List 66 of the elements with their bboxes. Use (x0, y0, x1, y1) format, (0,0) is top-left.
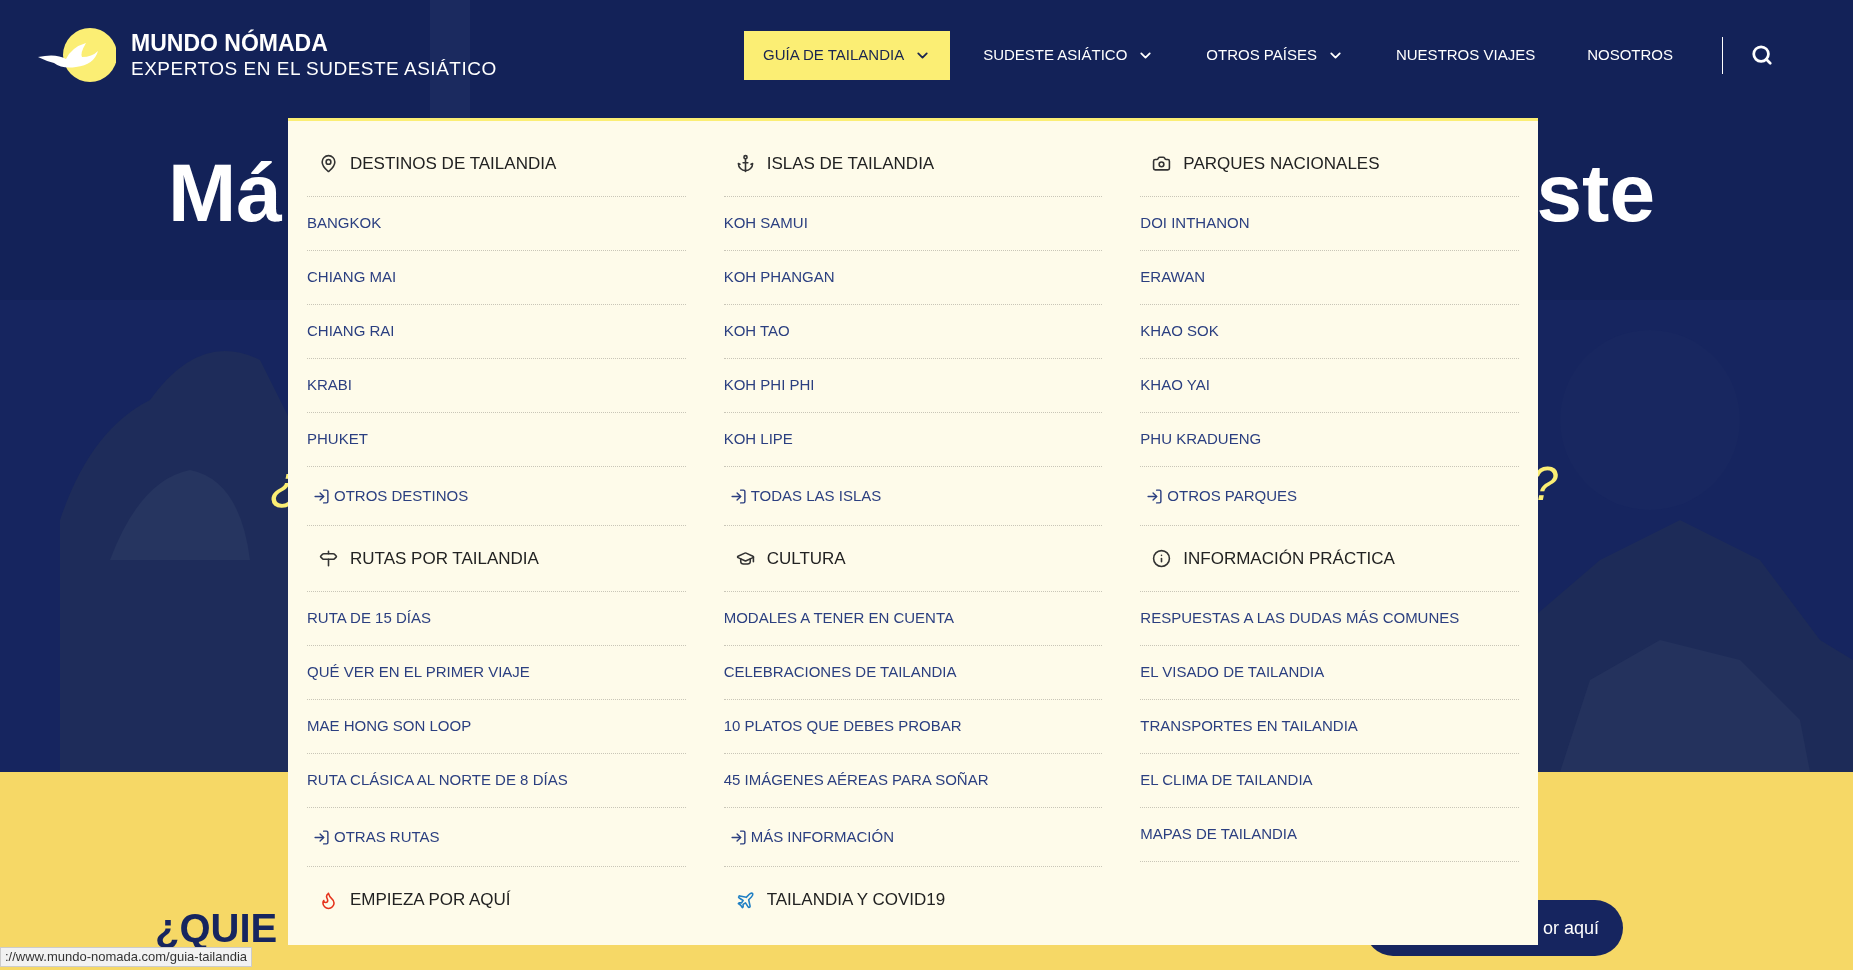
status-bar: ://www.mundo-nomada.com/guia-tailandia (0, 947, 253, 967)
menu-link[interactable]: OTROS DESTINOS (334, 484, 469, 508)
hero-title: ste (1536, 148, 1655, 238)
nav-item[interactable]: NOSOTROS (1568, 30, 1692, 80)
enter-icon (1146, 487, 1164, 505)
menu-link[interactable]: RUTA CLÁSICA AL NORTE DE 8 DÍAS (307, 769, 568, 792)
menu-link[interactable]: 45 IMÁGENES AÉREAS PARA SOÑAR (723, 769, 989, 792)
section-title[interactable]: TAILANDIA Y COVID19 (766, 887, 946, 913)
section-title[interactable]: CULTURA (766, 545, 846, 572)
flame-icon (319, 890, 338, 910)
menu-link[interactable]: CHIANG MAI (307, 266, 397, 289)
enter-icon (729, 828, 747, 846)
menu-link[interactable]: KOH PHI PHI (723, 374, 815, 397)
menu-link[interactable]: KOH SAMUI (723, 212, 808, 235)
menu-link[interactable]: PHUKET (307, 428, 368, 451)
menu-link[interactable]: TRANSPORTES EN TAILANDIA (1140, 715, 1358, 738)
logo-icon[interactable] (36, 27, 116, 83)
menu-link[interactable]: KOH PHANGAN (723, 266, 835, 289)
menu-link[interactable]: CELEBRACIONES DE TAILANDIA (723, 661, 957, 684)
menu-link[interactable]: MODALES A TENER EN CUENTA (723, 607, 954, 630)
plane-icon (735, 890, 755, 910)
nav-item[interactable]: GUÍA DE TAILANDIA (744, 30, 951, 80)
section-title[interactable]: EMPIEZA POR AQUÍ (350, 887, 511, 913)
menu-link[interactable]: EL VISADO DE TAILANDIA (1140, 661, 1325, 684)
camera-icon (1152, 154, 1172, 173)
logo-title: MUNDO NÓMADA (131, 29, 329, 57)
menu-link[interactable]: MÁS INFORMACIÓN (750, 825, 894, 849)
menu-link[interactable]: MAPAS DE TAILANDIA (1140, 823, 1298, 846)
anchor-icon (735, 154, 755, 173)
section-title[interactable]: DESTINOS DE TAILANDIA (350, 150, 557, 177)
enter-icon (313, 487, 330, 505)
nav-item[interactable]: SUDESTE ASIÁTICO (964, 30, 1174, 80)
menu-link[interactable]: KHAO YAI (1140, 374, 1210, 397)
nav-item[interactable]: OTROS PAÍSES (1187, 30, 1363, 80)
section-title[interactable]: INFORMACIÓN PRÁCTICA (1183, 545, 1395, 572)
menu-link[interactable]: DOI INTHANON (1140, 212, 1250, 235)
section-title[interactable]: PARQUES NACIONALES (1183, 150, 1380, 177)
enter-icon (729, 487, 747, 505)
menu-link[interactable]: 10 PLATOS QUE DEBES PROBAR (723, 715, 962, 738)
menu-link[interactable]: ERAWAN (1140, 266, 1206, 289)
logo-subtitle: EXPERTOS EN EL SUDESTE ASIÁTICO (131, 57, 497, 81)
signpost-icon (319, 549, 338, 568)
menu-link[interactable]: RESPUESTAS A LAS DUDAS MÁS COMUNES (1140, 607, 1460, 630)
menu-link[interactable]: KRABI (307, 374, 352, 397)
section-title[interactable]: RUTAS POR TAILANDIA (350, 545, 539, 572)
menu-link[interactable]: EL CLIMA DE TAILANDIA (1140, 769, 1313, 792)
menu-link[interactable]: MAE HONG SON LOOP (307, 715, 472, 738)
menu-link[interactable]: KOH LIPE (723, 428, 793, 451)
hero-title: Má (168, 148, 282, 238)
menu-link[interactable]: TODAS LAS ISLAS (750, 484, 882, 508)
graduation-cap-icon (735, 549, 755, 568)
menu-link[interactable]: QUÉ VER EN EL PRIMER VIAJE (307, 661, 530, 684)
menu-link[interactable]: KHAO SOK (1140, 320, 1219, 343)
menu-link[interactable]: OTRAS RUTAS (334, 825, 440, 849)
nav-item[interactable]: NUESTROS VIAJES (1376, 30, 1555, 80)
search-icon[interactable] (1751, 44, 1773, 66)
section-title[interactable]: ISLAS DE TAILANDIA (766, 150, 935, 177)
pin-icon (319, 154, 338, 173)
menu-link[interactable]: PHU KRADUENG (1140, 428, 1262, 451)
menu-link[interactable]: RUTA DE 15 DÍAS (307, 607, 431, 630)
menu-link[interactable]: OTROS PARQUES (1167, 484, 1298, 508)
menu-link[interactable]: CHIANG RAI (307, 320, 395, 343)
enter-icon (313, 828, 330, 846)
menu-link[interactable]: KOH TAO (723, 320, 790, 343)
info-icon (1152, 549, 1172, 568)
menu-link[interactable]: BANGKOK (307, 212, 382, 235)
